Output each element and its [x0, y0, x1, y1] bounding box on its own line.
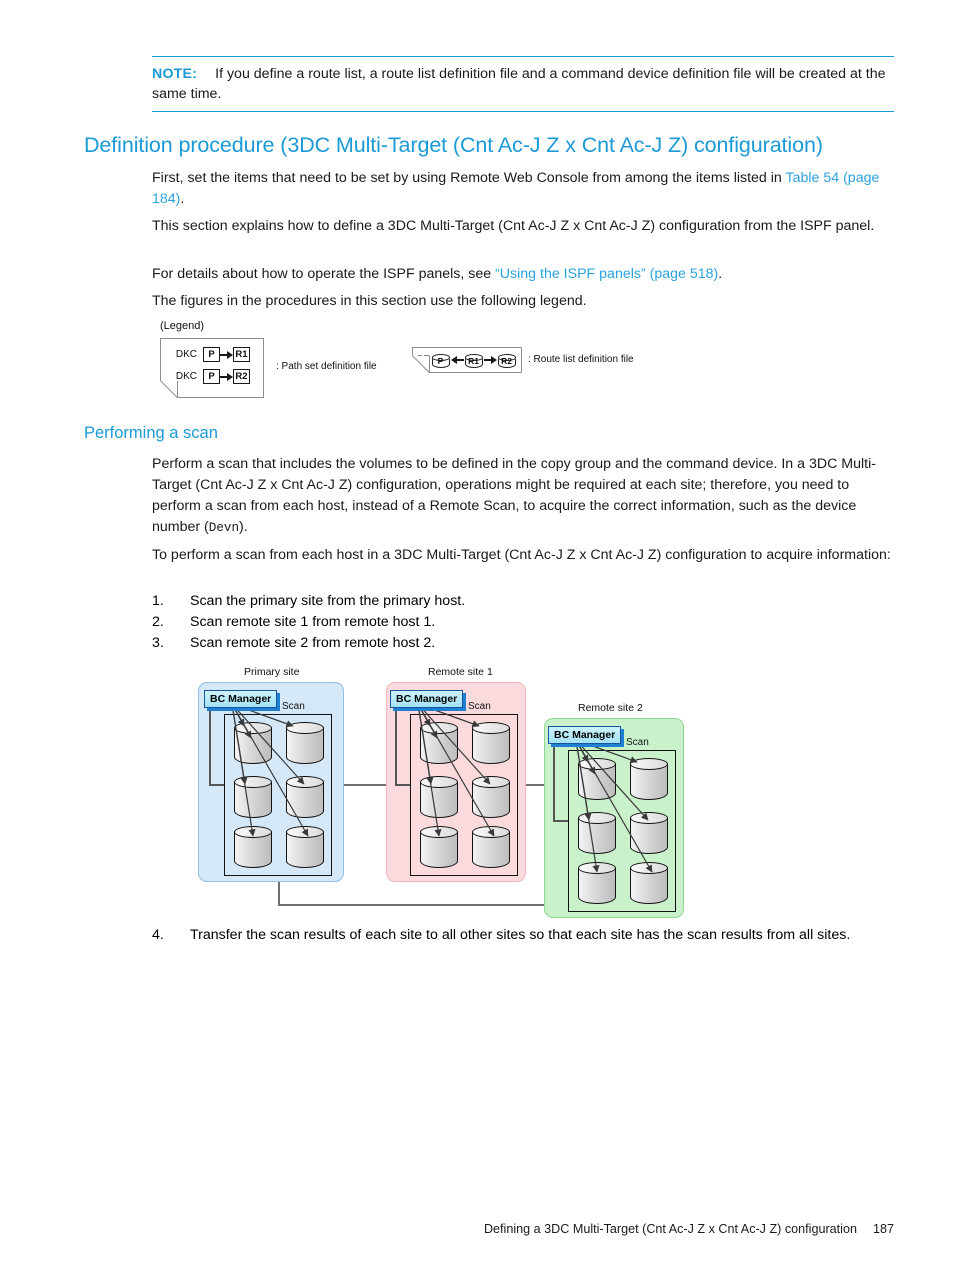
page-footer: Defining a 3DC Multi-Target (Cnt Ac-J Z … [484, 1222, 894, 1236]
manager-line-horizontal-remote1 [395, 784, 411, 786]
scan-label-remote2: Scan [626, 737, 649, 748]
volume-cylinder [630, 758, 668, 800]
footer-title: Defining a 3DC Multi-Target (Cnt Ac-J Z … [483, 1222, 857, 1236]
list-item-number: 4. [152, 927, 164, 943]
volume-cylinder [578, 812, 616, 854]
path-set-row-2: DKC P R2 [169, 369, 250, 384]
bc-manager-box-remote2[interactable]: BC Manager [548, 726, 622, 744]
volume-cylinder [420, 722, 458, 764]
paragraph-text: For details about how to operate the ISP… [152, 266, 496, 282]
route-node-p: P [431, 351, 451, 368]
manager-line-vertical-remote2 [553, 742, 555, 822]
note-label: NOTE: [152, 66, 198, 82]
volume-cylinder [472, 776, 510, 818]
path-set-definition-file-shape: DKC P R1 DKC P R2 [160, 338, 264, 398]
manager-line-horizontal-remote2 [553, 820, 569, 822]
arrow-right-icon [220, 372, 233, 381]
ispf-panels-link[interactable]: “Using the ISPF panels” (page 518) [495, 266, 718, 282]
paragraph-acquire-info: To perform a scan from each host in a 3D… [152, 547, 891, 563]
remote-node-box: R2 [233, 369, 250, 384]
note-text: If you define a route list, a route list… [152, 66, 886, 102]
site-label-remote1: Remote site 1 [428, 666, 493, 678]
dkc-label: DKC [175, 349, 197, 360]
route-list-row: RT P R1 R2 [417, 351, 517, 368]
paragraph-perform-scan: Perform a scan that includes the volumes… [152, 454, 898, 539]
site-label-primary: Primary site [244, 666, 300, 678]
volume-cylinder [420, 776, 458, 818]
bc-manager-box-primary[interactable]: BC Manager [204, 690, 278, 708]
note-body: NOTE: If you define a route list, a route… [152, 57, 894, 111]
list-item-number: 3. [152, 635, 164, 651]
volume-cylinder [578, 862, 616, 904]
manager-line-vertical-remote1 [395, 706, 397, 786]
arrow-right-icon [220, 350, 233, 359]
route-node-r2: R2 [497, 351, 517, 368]
paragraph-ispf-details: For details about how to operate the ISP… [152, 264, 898, 285]
page-number: 187 [872, 1222, 894, 1236]
list-item-text: Transfer the scan results of each site t… [190, 927, 851, 943]
primary-node-box: P [203, 347, 220, 362]
paragraph-text: First, set the items that need to be set… [152, 170, 786, 186]
volume-cylinder [286, 776, 324, 818]
scan-step-4: 4. Transfer the scan results of each sit… [152, 925, 898, 946]
route-node-r1: R1 [464, 351, 484, 368]
list-item-text: Scan the primary site from the primary h… [190, 593, 466, 609]
arrow-left-icon [450, 355, 464, 364]
list-item-text: Scan remote site 1 from remote host 1. [190, 614, 436, 630]
remote-node-box: R1 [233, 347, 250, 362]
connector-primary-down [278, 882, 280, 906]
volume-cylinder [578, 758, 616, 800]
site-label-remote2: Remote site 2 [578, 702, 643, 714]
volume-cylinder [234, 826, 272, 868]
volume-cylinder [472, 722, 510, 764]
paragraph-legend-intro: The figures in the procedures in this se… [152, 293, 587, 309]
volume-cylinder [234, 722, 272, 764]
volume-cylinder [630, 862, 668, 904]
list-item: 1. Scan the primary site from the primar… [152, 591, 898, 612]
paragraph-text-end: . [180, 191, 185, 207]
manager-line-vertical-primary [209, 706, 211, 786]
paragraph-first-set-items: First, set the items that need to be set… [152, 168, 898, 210]
list-item: 3. Scan remote site 2 from remote host 2… [152, 633, 898, 654]
primary-node-box: P [203, 369, 220, 384]
devn-code: Devn [208, 521, 240, 535]
volume-cylinder [286, 722, 324, 764]
volume-cylinder [420, 826, 458, 868]
list-item: 4. Transfer the scan results of each sit… [152, 925, 898, 946]
list-item-number: 1. [152, 593, 164, 609]
route-list-definition-file-shape: RT P R1 R2 [412, 347, 522, 373]
list-item-number: 2. [152, 614, 164, 630]
scan-label-remote1: Scan [468, 701, 491, 712]
route-list-description: : Route list definition file [528, 354, 634, 365]
manager-line-horizontal-primary [209, 784, 225, 786]
three-site-scan-diagram: Primary site Scan BC Manager Remote site… [196, 666, 696, 918]
scan-steps-list: 1. Scan the primary site from the primar… [152, 591, 898, 654]
bc-manager-box-remote1[interactable]: BC Manager [390, 690, 464, 708]
path-set-description: : Path set definition file [276, 361, 377, 372]
volume-cylinder [234, 776, 272, 818]
paragraph-section-explains: This section explains how to define a 3D… [152, 218, 875, 234]
arrow-right-icon [483, 355, 497, 364]
path-set-row-1: DKC P R1 [169, 347, 250, 362]
subsection-heading: Performing a scan [84, 424, 218, 442]
volume-cylinder [630, 812, 668, 854]
scan-label-primary: Scan [282, 701, 305, 712]
note-callout: NOTE: If you define a route list, a route… [152, 56, 894, 112]
legend-caption: (Legend) [160, 320, 205, 332]
section-heading: Definition procedure (3DC Multi-Target (… [84, 133, 823, 157]
list-item-text: Scan remote site 2 from remote host 2. [190, 635, 436, 651]
legend-figure: (Legend) DKC P R1 DKC P R2 : Path set de… [160, 320, 680, 410]
list-item: 2. Scan remote site 1 from remote host 1… [152, 612, 898, 633]
volume-cylinder [472, 826, 510, 868]
paragraph-text-end: ). [239, 519, 248, 535]
paragraph-text-end: . [718, 266, 723, 282]
paragraph-text: Perform a scan that includes the volumes… [152, 456, 876, 535]
volume-cylinder [286, 826, 324, 868]
note-bottom-rule [152, 111, 894, 112]
